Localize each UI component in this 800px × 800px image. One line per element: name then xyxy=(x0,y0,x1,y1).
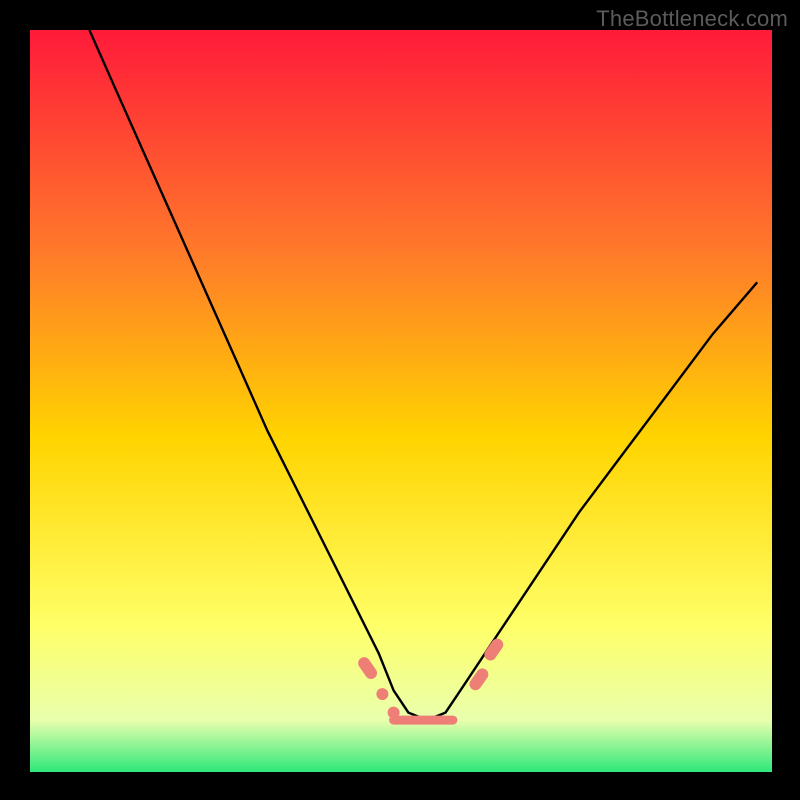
chart-stage: TheBottleneck.com xyxy=(0,0,800,800)
plot-background xyxy=(30,30,772,772)
watermark-text: TheBottleneck.com xyxy=(596,6,788,32)
bottleneck-plot xyxy=(0,0,800,800)
